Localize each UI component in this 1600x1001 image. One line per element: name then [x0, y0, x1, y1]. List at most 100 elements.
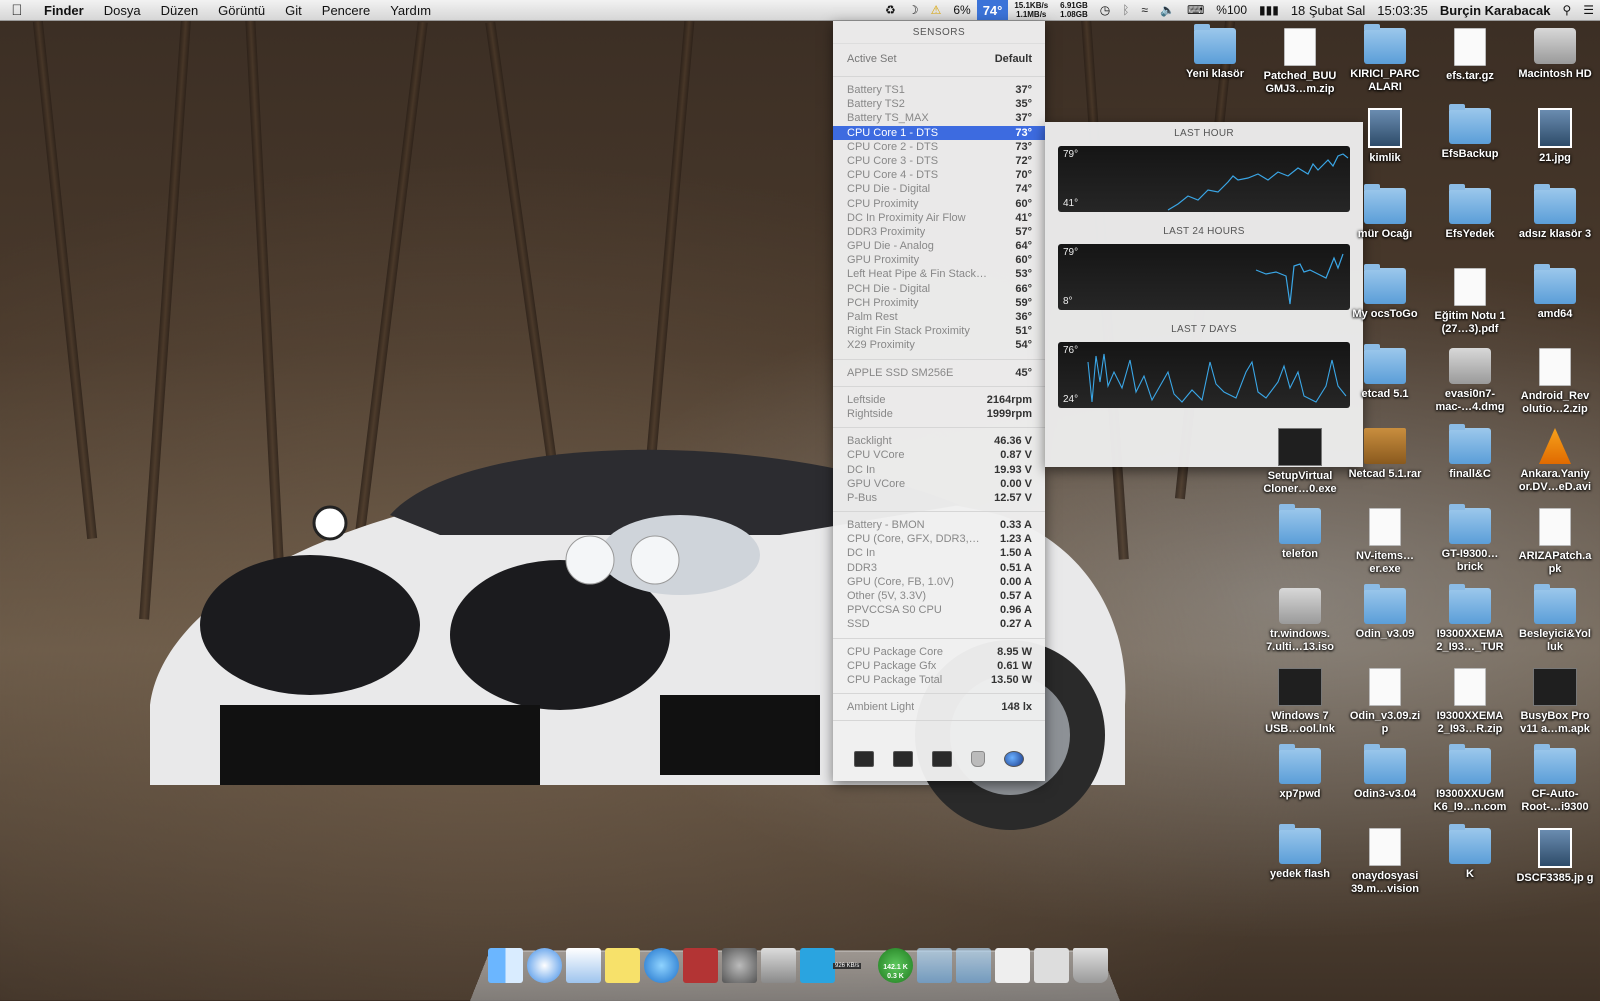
- sensor-row[interactable]: Battery - BMON 0.33 A: [833, 518, 1045, 532]
- clock[interactable]: 15:03:35: [1371, 0, 1434, 20]
- sensor-row[interactable]: DC In Proximity Air Flow 41°: [833, 211, 1045, 225]
- bluetooth-icon[interactable]: ᛒ: [1116, 0, 1135, 20]
- sensor-row[interactable]: CPU Core 1 - DTS 73°: [833, 125, 1045, 140]
- sensor-row[interactable]: Backlight 46.36 V: [833, 434, 1045, 448]
- desktop-icon[interactable]: SetupVirtual Cloner…0.exe: [1260, 428, 1340, 496]
- sensor-row[interactable]: Rightside 1999rpm: [833, 407, 1045, 421]
- dictionary-icon[interactable]: [683, 948, 718, 983]
- desktop-icon[interactable]: Android_Rev olutio…2.zip: [1515, 348, 1595, 416]
- sensor-row[interactable]: Battery TS2 35°: [833, 97, 1045, 111]
- sensor-row[interactable]: Battery TS_MAX 37°: [833, 111, 1045, 125]
- menu-git[interactable]: Git: [275, 3, 312, 18]
- desktop-icon[interactable]: Macintosh HD: [1515, 28, 1595, 81]
- battery-percent[interactable]: %100: [1210, 0, 1253, 20]
- desktop-icon[interactable]: amd64: [1515, 264, 1595, 321]
- sensor-row[interactable]: CPU Core 2 - DTS 73°: [833, 140, 1045, 154]
- input-source-icon[interactable]: ⌨: [1181, 0, 1210, 20]
- temperature-status[interactable]: 74°: [976, 0, 1009, 20]
- user-name[interactable]: Burçin Karabacak: [1434, 0, 1557, 20]
- sensor-row[interactable]: CPU Package Total 13.50 W: [833, 673, 1045, 687]
- desktop-icon[interactable]: Besleyici&Yol luk: [1515, 584, 1595, 654]
- desktop-icon[interactable]: efs.tar.gz: [1430, 28, 1510, 83]
- itunes-icon[interactable]: [644, 948, 679, 983]
- desktop-icon[interactable]: tr.windows. 7.ulti…13.iso: [1260, 588, 1340, 654]
- preferences-icon[interactable]: [970, 751, 985, 767]
- sensor-row[interactable]: GPU VCore 0.00 V: [833, 477, 1045, 491]
- desktop-icon[interactable]: GT-I9300…brick: [1430, 504, 1510, 574]
- desktop-icon[interactable]: etcad 5.1: [1345, 344, 1425, 401]
- system-preferences-icon[interactable]: [722, 948, 757, 983]
- menu-app-finder[interactable]: Finder: [34, 3, 94, 18]
- sensor-row[interactable]: PCH Die - Digital 66°: [833, 282, 1045, 296]
- sensor-row[interactable]: PCH Proximity 59°: [833, 296, 1045, 310]
- sensor-row[interactable]: SSD 0.27 A: [833, 617, 1045, 631]
- sensor-row[interactable]: DC In 19.93 V: [833, 463, 1045, 477]
- twitter-icon[interactable]: [800, 948, 835, 983]
- sync-icon[interactable]: ♻: [879, 0, 902, 20]
- sensor-row[interactable]: PPVCCSA S0 CPU 0.96 A: [833, 603, 1045, 617]
- notification-center-icon[interactable]: ☰: [1577, 0, 1600, 20]
- desktop-icon[interactable]: kimlik: [1345, 108, 1425, 165]
- sensor-row[interactable]: Battery TS1 37°: [833, 83, 1045, 97]
- desktop-icon[interactable]: Odin3-v3.04: [1345, 744, 1425, 801]
- disk-usage[interactable]: 6.91GB 1.08GB: [1054, 0, 1094, 20]
- terminal-icon[interactable]: [931, 751, 952, 767]
- sensor-row[interactable]: CPU Proximity 60°: [833, 197, 1045, 211]
- screenshots-stack-icon[interactable]: [1034, 948, 1069, 983]
- desktop-icon[interactable]: My ocsToGo: [1345, 264, 1425, 321]
- downloads-folder-icon[interactable]: [956, 948, 991, 983]
- time-machine-icon[interactable]: ◷: [1094, 0, 1116, 20]
- menu-pencere[interactable]: Pencere: [312, 3, 380, 18]
- console-icon[interactable]: [893, 751, 914, 767]
- desktop-icon[interactable]: Ankara.Yaniy or.DV…eD.avi: [1515, 428, 1595, 494]
- activity-monitor-icon[interactable]: [854, 751, 875, 767]
- sensor-row[interactable]: CPU Die - Digital 74°: [833, 182, 1045, 196]
- sensor-row[interactable]: Other (5V, 3.3V) 0.57 A: [833, 589, 1045, 603]
- desktop-icon[interactable]: K: [1430, 824, 1510, 881]
- menu-yardim[interactable]: Yardım: [380, 3, 441, 18]
- desktop-icon[interactable]: DSCF3385.jp g: [1515, 828, 1595, 885]
- moon-icon[interactable]: ☽: [902, 0, 925, 20]
- stickies-icon[interactable]: [605, 948, 640, 983]
- menu-dosya[interactable]: Dosya: [94, 3, 151, 18]
- sensor-row[interactable]: X29 Proximity 54°: [833, 338, 1045, 352]
- warning-icon[interactable]: ⚠: [925, 0, 948, 20]
- sensor-row[interactable]: GPU Die - Analog 64°: [833, 239, 1045, 253]
- applications-folder-icon[interactable]: [917, 948, 952, 983]
- desktop-icon[interactable]: telefon: [1260, 504, 1340, 561]
- menu-duzen[interactable]: Düzen: [151, 3, 209, 18]
- wifi-icon[interactable]: ≈: [1135, 0, 1154, 20]
- sensor-row[interactable]: P-Bus 12.57 V: [833, 491, 1045, 505]
- desktop-icon[interactable]: EfsBackup: [1430, 104, 1510, 161]
- desktop-icon[interactable]: mür Ocağı: [1345, 184, 1425, 241]
- sensor-row[interactable]: Left Heat Pipe & Fin Stack… 53°: [833, 267, 1045, 281]
- desktop-icon[interactable]: Windows 7 USB…ool.lnk: [1260, 668, 1340, 736]
- desktop-icon[interactable]: Patched_BUU GMJ3…m.zip: [1260, 28, 1340, 96]
- battery-icon[interactable]: ▮▮▮: [1253, 0, 1285, 20]
- spotlight-search-icon[interactable]: ⚲: [1556, 0, 1577, 20]
- network-meter-icon[interactable]: 142.1 K 0.3 K: [878, 948, 913, 983]
- desktop-icon[interactable]: I9300XXEMA 2_I93…R.zip: [1430, 668, 1510, 736]
- sensor-row[interactable]: CPU Core 4 - DTS 70°: [833, 168, 1045, 182]
- calculator-icon[interactable]: [761, 948, 796, 983]
- desktop-icon[interactable]: Yeni klasör: [1175, 24, 1255, 81]
- desktop-icon[interactable]: 21.jpg: [1515, 108, 1595, 165]
- desktop-icon[interactable]: BusyBox Pro v11 a…m.apk: [1515, 668, 1595, 736]
- finder-icon[interactable]: [488, 948, 523, 983]
- desktop-icon[interactable]: yedek flash: [1260, 824, 1340, 881]
- safari-icon[interactable]: [527, 948, 562, 983]
- globe-icon[interactable]: [1003, 751, 1024, 767]
- volume-icon[interactable]: 🔈: [1154, 0, 1181, 20]
- network-activity-icon[interactable]: 926 KB/s: [833, 948, 874, 983]
- desktop-icon[interactable]: I9300XXUGM K6_I9…n.com: [1430, 744, 1510, 814]
- network-speed[interactable]: 15.1KB/s 1.1MB/s: [1008, 0, 1054, 20]
- sensor-row[interactable]: CPU VCore 0.87 V: [833, 448, 1045, 462]
- desktop-icon[interactable]: Eğitim Notu 1 (27…3).pdf: [1430, 268, 1510, 336]
- sensor-row[interactable]: APPLE SSD SM256E 45°: [833, 366, 1045, 380]
- desktop-icon[interactable]: NV-items…er.exe: [1345, 508, 1425, 576]
- sensor-row[interactable]: Right Fin Stack Proximity 51°: [833, 324, 1045, 338]
- sensor-row[interactable]: GPU Proximity 60°: [833, 253, 1045, 267]
- sensor-row[interactable]: DDR3 Proximity 57°: [833, 225, 1045, 239]
- desktop-icon[interactable]: ARIZAPatch.a pk: [1515, 508, 1595, 576]
- desktop-icon[interactable]: adsız klasör 3: [1515, 184, 1595, 241]
